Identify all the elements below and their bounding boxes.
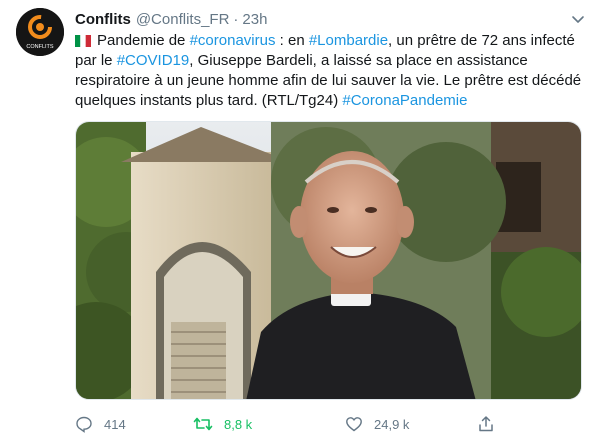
avatar[interactable]: CONFLITS — [16, 8, 64, 56]
tweet-actions: 414 8,8 k 24,9 k — [75, 414, 585, 434]
tweet-header: Conflits @Conflits_FR · 23h — [75, 9, 267, 29]
retweet-button[interactable]: 8,8 k — [193, 414, 252, 434]
retweet-count: 8,8 k — [224, 416, 253, 432]
retweet-icon — [193, 417, 213, 431]
chevron-down-icon[interactable] — [569, 10, 587, 28]
author-handle[interactable]: @Conflits_FR — [136, 11, 230, 28]
avatar-label: CONFLITS — [26, 44, 54, 50]
priest-photo-image — [76, 122, 581, 399]
italy-flag-icon — [75, 35, 91, 47]
reply-icon — [76, 416, 92, 433]
tweet-text: Pandemie de #coronavirus : en #Lombardie… — [75, 31, 585, 111]
like-button[interactable]: 24,9 k — [345, 414, 409, 434]
tweet-text-segment: Pandemie de — [97, 32, 190, 49]
timestamp[interactable]: 23h — [242, 11, 267, 28]
hashtag-link[interactable]: #CoronaPandemie — [342, 92, 467, 109]
hashtag-link[interactable]: #coronavirus — [190, 32, 276, 49]
hashtag-link[interactable]: #COVID19 — [117, 52, 190, 69]
reply-button[interactable]: 414 — [75, 414, 126, 434]
like-count: 24,9 k — [374, 416, 410, 432]
hashtag-link[interactable]: #Lombardie — [309, 32, 388, 49]
share-button[interactable] — [477, 414, 506, 434]
heart-icon — [346, 417, 362, 432]
conflits-logo-icon: CONFLITS — [16, 8, 64, 56]
reply-count: 414 — [104, 416, 126, 432]
author-name[interactable]: Conflits — [75, 11, 131, 28]
separator-dot: · — [233, 10, 239, 28]
tweet[interactable]: CONFLITS Conflits @Conflits_FR · 23h Pan… — [0, 0, 598, 443]
tweet-text-segment: : en — [275, 32, 309, 49]
share-icon — [479, 416, 493, 432]
tweet-photo[interactable] — [75, 121, 582, 400]
